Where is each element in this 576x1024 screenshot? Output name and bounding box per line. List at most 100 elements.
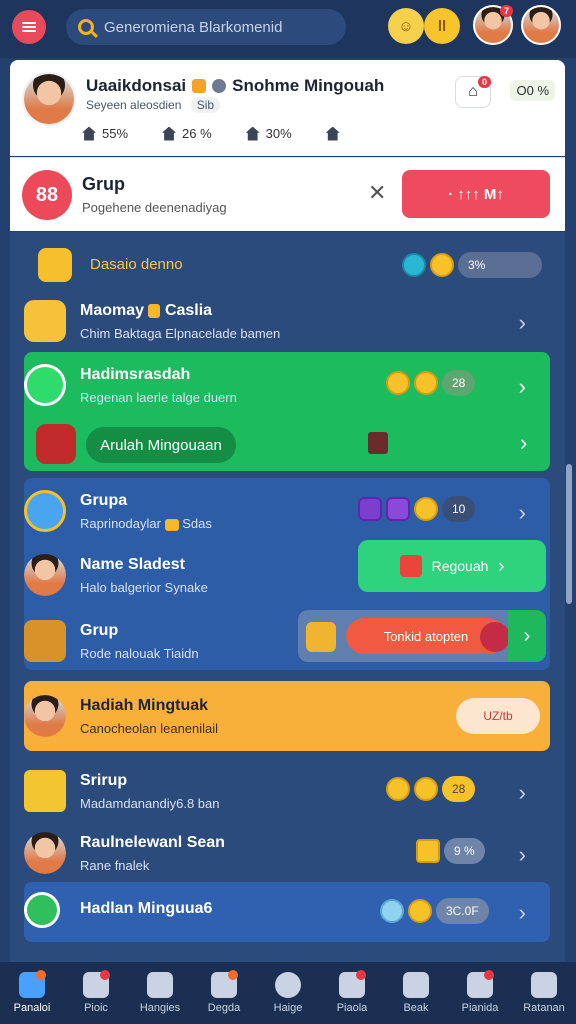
box-icon — [306, 622, 336, 652]
emoji-coin-icon[interactable]: ☺ — [388, 8, 424, 44]
stat-value: 30% — [265, 126, 292, 141]
row-subtitle: Halo balgerior Synake — [80, 580, 208, 595]
nav-label: Beak — [403, 1002, 429, 1014]
stat-value: 55% — [102, 126, 129, 141]
nav-item-piaola[interactable]: Piaola — [320, 962, 384, 1024]
list-item[interactable]: Raulnelewanl Sean Rane fnalek 9 % › — [14, 822, 540, 884]
nav-item-hangies[interactable]: Hangies — [128, 962, 192, 1024]
row-chips: 3C.0F — [380, 898, 489, 924]
chevron-right-icon: › — [498, 555, 505, 576]
emoji-icon — [386, 777, 410, 801]
row-title: Maomay Caslia — [80, 302, 212, 320]
list-header: Dasaio denno 3% — [14, 234, 542, 296]
coin-label: ll — [437, 17, 447, 35]
group-title: Grup — [82, 174, 125, 194]
stat-value: 26 % — [182, 126, 212, 141]
row-title: Name Sladest — [80, 556, 185, 573]
nav-item-haige[interactable]: Haige — [256, 962, 320, 1024]
list-icon — [147, 972, 173, 998]
chevron-right-icon: › — [518, 500, 526, 525]
nav-badge — [100, 970, 110, 980]
search-bar[interactable]: Generomiena Blarkomenid — [66, 9, 346, 45]
row-chips: 9 % — [416, 838, 485, 864]
emoji-icon — [414, 497, 438, 521]
list-header-title: Dasaio denno — [90, 256, 183, 273]
header-chips: 3% — [402, 252, 542, 278]
nav-item-pianida[interactable]: Pianida — [448, 962, 512, 1024]
coins-icon — [38, 248, 72, 282]
list-item[interactable]: Hadlan Minguua6 3C.0F › — [14, 880, 540, 942]
row-title: Grupa — [80, 492, 128, 509]
row-title: Srirup — [80, 772, 128, 789]
treasure-icon — [36, 424, 76, 464]
nav-badge — [484, 970, 494, 980]
claim-button-label: Regouah — [431, 558, 489, 574]
document-icon — [403, 972, 429, 998]
menu-button[interactable] — [12, 10, 46, 44]
user-avatar — [24, 554, 66, 596]
gift-circle-icon — [24, 364, 66, 406]
header-pill: 3% — [458, 252, 542, 278]
slot-machine-icon — [24, 300, 66, 342]
row-pill: 28 — [442, 370, 476, 396]
emoji-icon — [386, 371, 410, 395]
list-item[interactable]: Grupa Raprinodaylar Sdas 10 › — [14, 480, 540, 542]
row-sub-text2: Sdas — [182, 516, 212, 531]
avatar-badge: 7 — [500, 5, 514, 17]
open-chest-button[interactable]: Tonkid atopten › — [298, 610, 546, 662]
user-avatar — [24, 695, 66, 737]
hamburger-icon — [22, 20, 36, 34]
profile-name: Uaaikdonsai Snohme Mingouah — [86, 76, 384, 96]
chevron-right-icon: › — [518, 842, 526, 867]
weekly-reward-button[interactable]: UZ/tb — [456, 698, 540, 734]
row-title: Grup — [80, 622, 119, 639]
nav-label: Panaloi — [13, 1002, 51, 1014]
user-avatar[interactable] — [521, 5, 561, 45]
gift-icon — [386, 497, 410, 521]
search-icon — [78, 19, 94, 35]
nav-item-panaloi[interactable]: Panaloi — [0, 962, 64, 1024]
nav-item-degda[interactable]: Degda — [192, 962, 256, 1024]
profile-stats: 55% 26 % 30% — [82, 126, 346, 141]
coin-button[interactable]: ll — [424, 8, 460, 44]
row-chips: 28 — [386, 370, 476, 396]
chevron-right-icon: › — [518, 900, 526, 925]
list-item[interactable]: Hadimsrasdah Regenan laerle talge duern … — [14, 354, 540, 416]
nav-item-pioic[interactable]: Pioic — [64, 962, 128, 1024]
nav-item-beak[interactable]: Beak — [384, 962, 448, 1024]
row-title-text: Maomay — [80, 302, 145, 319]
group-cta-button[interactable]: · ↑↑↑ M↑ — [402, 170, 550, 218]
list-item[interactable]: Maomay Caslia Chim Baktaga Elpnacelade b… — [14, 290, 540, 352]
chevron-right-icon: › — [518, 780, 526, 805]
row-pill: 10 — [442, 496, 476, 522]
claim-weekly-button[interactable]: Arulah Mingouaan — [86, 427, 236, 463]
list-item[interactable]: Srirup Madamdanandiy6.8 ban 28 › — [14, 760, 540, 822]
profile-name2: Snohme Mingouah — [232, 76, 385, 95]
row-sub-text: Raprinodaylar — [80, 516, 161, 531]
nav-badge — [228, 970, 238, 980]
star-icon — [162, 126, 177, 141]
group-card: 88 Grup Pogehene deenenadiyag ✕ · ↑↑↑ M↑ — [10, 157, 565, 231]
gift-icon — [416, 839, 440, 863]
user-avatar — [24, 832, 66, 874]
level-icon — [192, 79, 207, 93]
row-subtitle: Rane fnalek — [80, 858, 150, 873]
nav-item-ratanan[interactable]: Ratanan — [512, 962, 576, 1024]
group-logo: 88 — [22, 170, 72, 220]
chevron-right-icon: › — [518, 374, 526, 399]
notification-badge: 0 — [477, 76, 491, 88]
user-icon — [212, 79, 227, 93]
home-icon — [82, 126, 96, 141]
profile-sub-badge: Sib — [190, 97, 221, 113]
row-sub-text: Rode nalouak — [80, 646, 161, 661]
chevron-right-icon[interactable]: › — [520, 430, 562, 456]
water-icon — [380, 899, 404, 923]
profile-avatar[interactable] — [22, 72, 76, 126]
scrollbar[interactable] — [566, 464, 572, 604]
row-pill: 28 — [442, 776, 476, 802]
stat-house: 30% — [245, 126, 292, 141]
close-icon[interactable]: ✕ — [368, 180, 386, 206]
menu-icon — [531, 972, 557, 998]
claim-button[interactable]: Regouah › — [358, 540, 546, 592]
row-subtitle: Rode nalouak Tiaidn — [80, 646, 199, 661]
